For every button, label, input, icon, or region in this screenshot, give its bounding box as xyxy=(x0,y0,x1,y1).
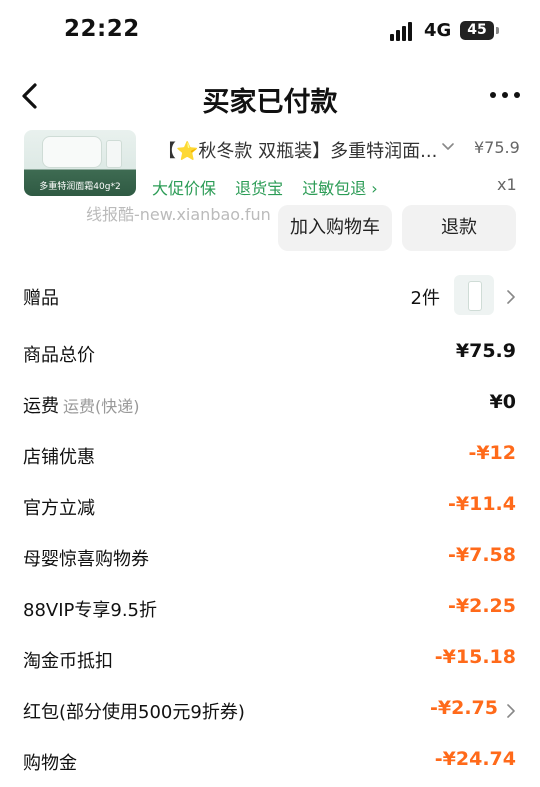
gift-image xyxy=(454,275,494,315)
status-time: 22:22 xyxy=(64,16,140,42)
summary-row-shipping: 运费 运费(快递) ¥0 xyxy=(0,380,540,430)
summary-label: 88VIP专享9.5折 xyxy=(23,600,158,621)
summary-value: -¥2.25 xyxy=(448,595,516,617)
cream-jar-icon xyxy=(42,136,102,168)
chevron-right-icon xyxy=(507,290,515,304)
gift-row[interactable]: 赠品 2件 xyxy=(0,272,540,322)
summary-row-subtotal: 商品总价 ¥75.9 xyxy=(0,329,540,379)
summary-label: 运费 运费(快递) xyxy=(23,392,140,418)
summary-label: 淘金币抵扣 xyxy=(23,651,113,672)
summary-value: -¥2.75 xyxy=(430,697,498,719)
summary-label: 官方立减 xyxy=(23,498,95,519)
summary-row-shopping-gold: 购物金 -¥24.74 xyxy=(0,737,540,787)
product-title[interactable]: 【⭐秋冬款 双瓶装】多重特润面... xyxy=(158,137,440,163)
summary-value: -¥12 xyxy=(468,442,516,464)
chevron-right-icon xyxy=(507,704,515,718)
summary-label: 店铺优惠 xyxy=(23,447,95,468)
summary-label: 商品总价 xyxy=(23,345,95,366)
more-button[interactable] xyxy=(488,90,522,102)
summary-row-coins: 淘金币抵扣 -¥15.18 xyxy=(0,635,540,685)
summary-value: ¥0 xyxy=(489,391,516,413)
summary-label: 购物金 xyxy=(23,753,77,774)
shipping-method: 运费(快递) xyxy=(63,397,140,416)
signal-icon xyxy=(390,21,416,41)
nav-bar: 买家已付款 xyxy=(0,62,540,132)
network-label: 4G xyxy=(424,20,452,41)
promo-tags: 大促价保 退货宝 过敏包退 › xyxy=(152,175,392,199)
summary-value: -¥11.4 xyxy=(448,493,516,515)
product-quantity: x1 xyxy=(497,175,517,194)
product-image-caption: 多重特润面霜40g*2 xyxy=(39,182,121,192)
add-to-cart-button[interactable]: 加入购物车 xyxy=(278,205,392,251)
summary-label: 母婴惊喜购物券 xyxy=(23,549,149,570)
chevron-down-icon[interactable] xyxy=(441,142,455,152)
promo-tag-return-insurance: 退货宝 xyxy=(235,179,284,198)
watermark: 线报酷-new.xianbao.fun xyxy=(86,205,271,224)
summary-value: -¥24.74 xyxy=(434,748,516,770)
more-dots-icon xyxy=(502,92,508,98)
product-image[interactable]: 多重特润面霜40g*2 xyxy=(24,130,136,196)
battery-icon: 45 xyxy=(460,21,494,40)
battery-cap xyxy=(496,27,499,34)
gift-label: 赠品 xyxy=(23,288,59,309)
promo-tag-price-protect: 大促价保 xyxy=(152,179,217,198)
product-price: ¥75.9 xyxy=(474,138,520,157)
more-dots-icon xyxy=(514,92,520,98)
summary-value: -¥15.18 xyxy=(434,646,516,668)
summary-value: ¥75.9 xyxy=(455,340,516,362)
cream-tube-icon xyxy=(106,140,122,168)
refund-button[interactable]: 退款 xyxy=(402,205,516,251)
summary-row-88vip: 88VIP专享9.5折 -¥2.25 xyxy=(0,584,540,634)
promo-tag-allergy-return[interactable]: 过敏包退 › xyxy=(302,179,378,198)
shipping-label: 运费 xyxy=(23,396,59,417)
status-bar: 22:22 4G 45 xyxy=(0,0,540,62)
tube-icon xyxy=(468,281,482,311)
summary-label: 红包(部分使用500元9折券) xyxy=(23,702,245,723)
page-title: 买家已付款 xyxy=(202,87,338,118)
summary-row-official-discount: 官方立减 -¥11.4 xyxy=(0,482,540,532)
summary-row-red-packet[interactable]: 红包(部分使用500元9折券) -¥2.75 xyxy=(0,686,540,736)
summary-value: -¥7.58 xyxy=(448,544,516,566)
more-dots-icon xyxy=(490,92,496,98)
summary-row-store-discount: 店铺优惠 -¥12 xyxy=(0,431,540,481)
gift-count: 2件 xyxy=(410,288,440,309)
summary-row-baby-coupon: 母婴惊喜购物券 -¥7.58 xyxy=(0,533,540,583)
